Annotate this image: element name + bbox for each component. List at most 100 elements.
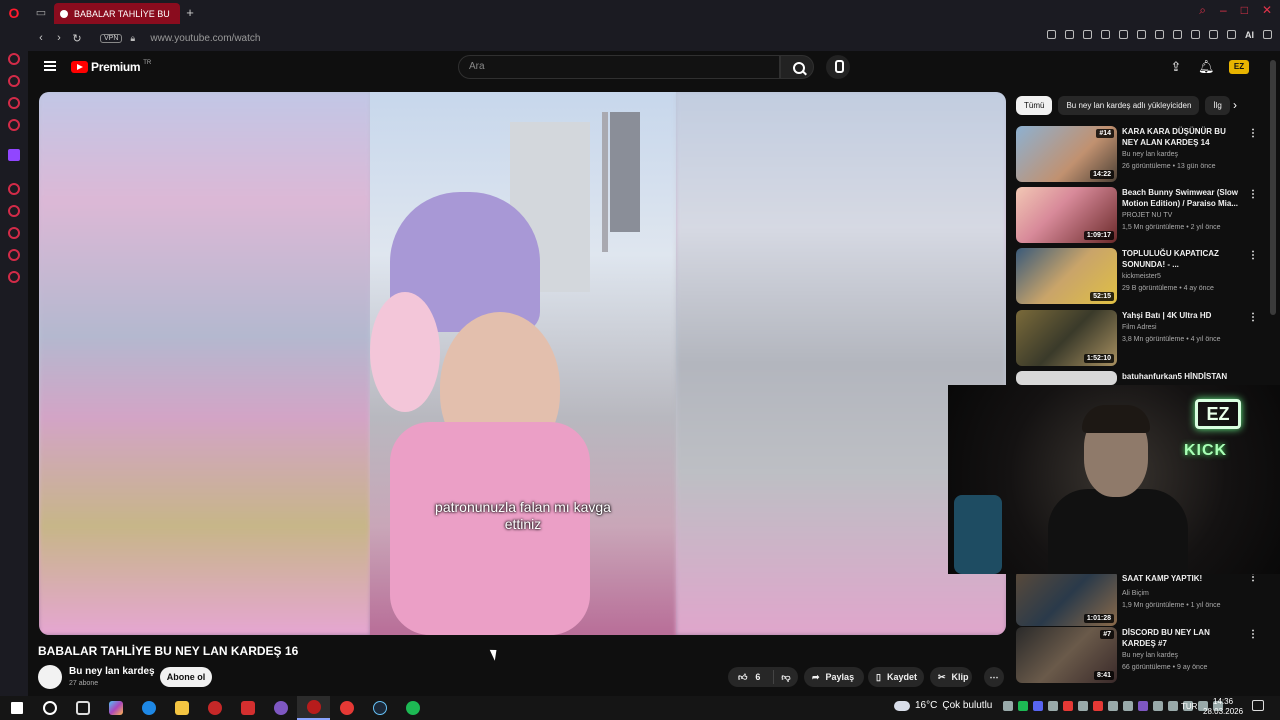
video-player[interactable]: patronunuzla falan mı kavga ettiniz (39, 92, 1006, 635)
chip-uploader[interactable]: Bu ney lan kardeş adlı yükleyiciden (1058, 96, 1200, 115)
tray-icon[interactable] (1003, 701, 1013, 711)
tray-icon[interactable] (1153, 701, 1163, 711)
messenger-icon[interactable] (8, 97, 20, 109)
recommendation-title[interactable]: SAAT KAMP YAPTIK! (1122, 573, 1242, 584)
account-avatar[interactable]: EZ (1229, 60, 1249, 74)
recommendation-item[interactable]: 52:15 TOPLULUĞU KAPATICAZ SONUNDA! - ...… (1016, 248, 1258, 304)
channel-name[interactable]: Bu ney lan kardeş (69, 666, 155, 677)
recommendation-title[interactable]: KARA KARA DÜŞÜNÜR BU NEY ALAN KARDEŞ 14 (1122, 126, 1242, 148)
video-thumbnail[interactable]: 52:15 (1016, 248, 1117, 304)
opera-logo-icon[interactable]: O (0, 0, 28, 25)
video-thumbnail[interactable]: 1:52:10 (1016, 310, 1117, 366)
channel-avatar[interactable] (38, 665, 62, 689)
tray-icon[interactable] (1138, 701, 1148, 711)
recommendation-channel[interactable]: Bu ney lan kardeş (1122, 652, 1178, 659)
tray-icon[interactable] (1093, 701, 1103, 711)
weather-widget[interactable]: 16°C Çok bulutlu (894, 700, 992, 711)
vpn-badge[interactable]: VPN (100, 33, 123, 43)
close-button[interactable]: ✕ (1262, 3, 1272, 18)
settings-icon[interactable] (8, 271, 20, 283)
page-scrollbar[interactable] (1270, 60, 1276, 315)
kebab-menu-icon[interactable]: ⋮ (1248, 629, 1258, 640)
puzzle-icon[interactable] (1191, 30, 1200, 39)
opera-gx-taskbar-icon[interactable] (297, 696, 330, 720)
recommendation-channel[interactable]: Bu ney lan kardeş (1122, 151, 1178, 158)
kebab-menu-icon[interactable]: ⋮ (1248, 312, 1258, 323)
clip-button[interactable]: ✂ Klip (930, 667, 972, 687)
upload-icon[interactable]: ⇪ (1168, 59, 1184, 75)
recommendation-title[interactable]: DİSCORD BU NEY LAN KARDEŞ #7 (1122, 627, 1242, 649)
start-button[interactable] (0, 696, 33, 720)
voice-search-button[interactable] (826, 55, 850, 79)
recommendation-title[interactable]: Beach Bunny Swimwear (Slow Motion Editio… (1122, 187, 1242, 209)
task-view-icon[interactable] (66, 696, 99, 720)
youtube-premium-logo[interactable]: Premium TR (71, 60, 151, 74)
search-tabs-icon[interactable]: ⌕ (1199, 3, 1206, 18)
file-explorer-icon[interactable] (165, 696, 198, 720)
url-field[interactable]: www.youtube.com/watch (150, 33, 260, 44)
spotify-tray-icon[interactable] (1018, 701, 1028, 711)
spotify-icon[interactable] (396, 696, 429, 720)
zoom-icon[interactable] (1047, 30, 1056, 39)
recommendation-title[interactable]: batuhanfurkan5 HİNDİSTAN (1122, 371, 1242, 382)
steam-icon[interactable] (363, 696, 396, 720)
share-button[interactable]: ➦ Paylaş (804, 667, 864, 687)
recommendation-item[interactable]: batuhanfurkan5 HİNDİSTAN (1016, 371, 1256, 385)
language-indicator[interactable]: TUR (1181, 702, 1197, 711)
recommendation-title[interactable]: TOPLULUĞU KAPATICAZ SONUNDA! - ... (1122, 248, 1242, 270)
video-editor-icon[interactable] (231, 696, 264, 720)
menu-icon[interactable] (1263, 30, 1272, 39)
translate-icon[interactable] (1155, 30, 1164, 39)
app-icon-purple[interactable] (264, 696, 297, 720)
kebab-menu-icon[interactable]: ⋮ (1248, 189, 1258, 200)
minimize-button[interactable]: – (1220, 3, 1227, 18)
recommendation-item[interactable]: #7 8:41 DİSCORD BU NEY LAN KARDEŞ #7 Bu … (1016, 627, 1258, 683)
recommendation-channel[interactable]: PROJET NU TV (1122, 212, 1172, 219)
tray-icon[interactable] (1048, 701, 1058, 711)
recommendation-item[interactable]: 1:52:10 Yahşi Batı | 4K Ultra HD Film Ad… (1016, 310, 1258, 366)
back-button[interactable]: ‹ (32, 32, 50, 44)
history-icon[interactable] (8, 227, 20, 239)
extension-icon[interactable] (1173, 30, 1182, 39)
reload-button[interactable]: ↻ (68, 32, 86, 45)
browser-tab-active[interactable]: BABALAR TAHLİYE BU (54, 3, 180, 24)
kebab-menu-icon[interactable]: ⋮ (1248, 250, 1258, 261)
recommendation-channel[interactable]: Film Adresi (1122, 324, 1157, 331)
heart-icon[interactable] (1137, 30, 1146, 39)
save-button[interactable]: ▯ Kaydet (868, 667, 924, 687)
opera-icon[interactable] (330, 696, 363, 720)
lock-icon[interactable]: 🔒︎ (130, 33, 142, 44)
extension2-icon[interactable] (1209, 30, 1218, 39)
tray-icon[interactable] (1078, 701, 1088, 711)
recommendation-item[interactable]: 1:09:17 Beach Bunny Swimwear (Slow Motio… (1016, 187, 1258, 243)
like-button[interactable]: 👍︎ 6 (728, 670, 774, 684)
tray-icon[interactable] (1123, 701, 1133, 711)
aria-icon[interactable] (8, 53, 20, 65)
recommendation-item[interactable]: 1:01:28 SAAT KAMP YAPTIK! Ali Biçim 1,9 … (1016, 570, 1258, 626)
chevron-right-icon[interactable]: › (1233, 98, 1237, 112)
recommendation-item[interactable]: #14 14:22 KARA KARA DÜŞÜNÜR BU NEY ALAN … (1016, 126, 1258, 182)
video-thumbnail[interactable]: #14 14:22 (1016, 126, 1117, 182)
dislike-button[interactable]: 👎︎ (774, 672, 798, 683)
maximize-button[interactable]: □ (1241, 3, 1248, 18)
extensions-sidebar-icon[interactable] (8, 249, 20, 261)
tab-manager-icon[interactable]: ▭ (28, 0, 54, 25)
edge-icon[interactable] (132, 696, 165, 720)
subscribe-button[interactable]: Abone ol (160, 667, 212, 687)
search-button[interactable] (780, 55, 814, 79)
recommendation-title[interactable]: Yahşi Batı | 4K Ultra HD (1122, 310, 1242, 321)
more-actions-button[interactable]: ⋯ (984, 667, 1004, 687)
chip-related[interactable]: İlg (1205, 96, 1230, 115)
microphone-tray-icon[interactable] (1168, 701, 1178, 711)
video-thumbnail[interactable] (1016, 371, 1117, 385)
download-icon[interactable] (1227, 30, 1236, 39)
new-tab-button[interactable]: + (180, 5, 200, 20)
recommendation-channel[interactable]: kickmeister5 (1122, 273, 1161, 280)
copilot-icon[interactable] (99, 696, 132, 720)
workspace-icon[interactable] (8, 75, 20, 87)
search-icon[interactable] (33, 696, 66, 720)
tray-icon[interactable] (1063, 701, 1073, 711)
shield-icon[interactable] (1101, 30, 1110, 39)
twitch-icon[interactable] (8, 149, 20, 161)
notification-center-icon[interactable] (1252, 700, 1264, 711)
